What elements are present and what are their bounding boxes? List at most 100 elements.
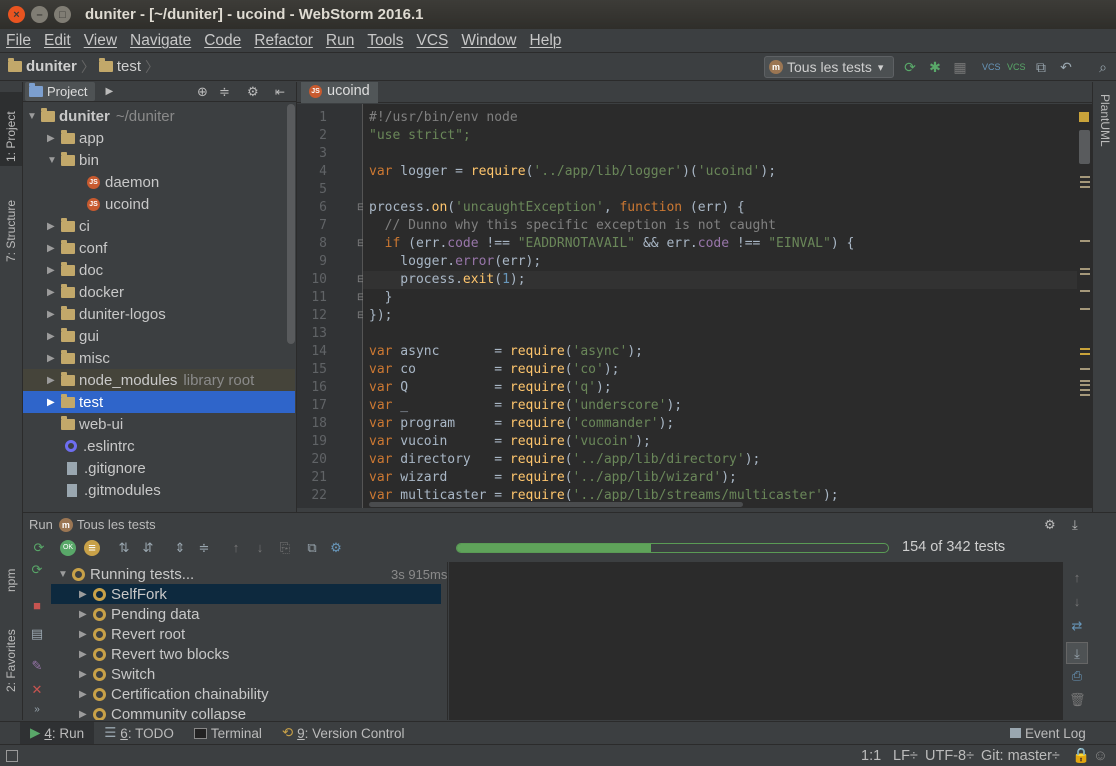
gear-icon[interactable]: ⚙	[247, 84, 259, 100]
warning-stripe-icon[interactable]	[1079, 112, 1089, 122]
error-stripe-mark[interactable]	[1080, 348, 1090, 350]
undo-icon[interactable]: ↶	[1057, 58, 1075, 76]
maximize-window-button[interactable]: □	[54, 6, 71, 23]
breadcrumb-test[interactable]: test	[98, 58, 141, 75]
git-branch[interactable]: Git: master÷	[981, 748, 1060, 764]
tab-run[interactable]: ▶ 4 : Run	[20, 721, 95, 745]
tree-item-gitignore[interactable]: .gitignore	[65, 457, 146, 479]
vcs-update-icon[interactable]: VCS	[982, 58, 1001, 76]
tab-version-control[interactable]: ⟲ 9 : Version Control	[272, 722, 415, 745]
show-passed-icon[interactable]: OK	[60, 540, 76, 556]
test-item[interactable]: ▶ Pending data	[51, 604, 447, 624]
history-icon[interactable]: ⧉	[304, 540, 320, 556]
search-icon[interactable]: ⌕	[1094, 58, 1112, 76]
file-encoding[interactable]: UTF-8÷	[925, 748, 974, 764]
tree-item-app[interactable]: ▶ app	[47, 127, 104, 149]
vcs-commit-icon[interactable]: VCS	[1007, 58, 1026, 76]
next-failed-icon[interactable]: ↓	[252, 540, 268, 556]
error-stripe-mark[interactable]	[1080, 308, 1090, 310]
previous-failed-icon[interactable]: ↑	[228, 540, 244, 556]
scroll-up-icon[interactable]: ↑	[1069, 570, 1085, 586]
test-item[interactable]: ▶ SelfFork	[51, 584, 447, 604]
menu-refactor[interactable]: Refactor	[254, 32, 313, 50]
cursor-position[interactable]: 1:1	[861, 748, 881, 764]
error-stripe-mark[interactable]	[1080, 181, 1090, 183]
layout-icon[interactable]: ▤	[29, 626, 45, 642]
scroll-to-end-icon[interactable]: ⤓	[1066, 642, 1088, 664]
error-stripe-mark[interactable]	[1080, 394, 1090, 396]
menu-help[interactable]: Help	[530, 32, 562, 50]
error-stripe-mark[interactable]	[1080, 268, 1090, 270]
error-stripe-mark[interactable]	[1080, 380, 1090, 382]
close-icon[interactable]: ✕	[29, 682, 45, 698]
tree-item-gui[interactable]: ▶ gui	[47, 325, 99, 347]
collapse-all-icon[interactable]: ≑	[219, 84, 230, 100]
inspector-icon[interactable]: ☺	[1093, 748, 1108, 764]
menu-view[interactable]: View	[84, 32, 117, 50]
test-item[interactable]: ▶ Revert two blocks	[51, 644, 447, 664]
error-stripe-mark[interactable]	[1080, 240, 1090, 242]
sort-by-duration-icon[interactable]: ⇵	[140, 540, 156, 556]
export-icon[interactable]: ⎘	[277, 540, 293, 556]
minimize-window-button[interactable]: –	[31, 6, 48, 23]
tree-item-daemon[interactable]: JS daemon	[87, 171, 159, 193]
npm-tool-label[interactable]: npm	[4, 569, 18, 592]
error-stripe-mark[interactable]	[1080, 273, 1090, 275]
locate-icon[interactable]: ⊕	[197, 84, 208, 100]
tree-item-eslintrc[interactable]: .eslintrc	[65, 435, 135, 457]
error-stripe-mark[interactable]	[1080, 368, 1090, 370]
tree-item-ucoind[interactable]: JS ucoind	[87, 193, 149, 215]
project-scrollbar[interactable]	[287, 104, 295, 344]
settings-icon[interactable]: ⚙	[328, 540, 344, 556]
breadcrumb-root[interactable]: duniter	[8, 58, 77, 75]
favorites-tool-label[interactable]: 2: Favorites	[4, 629, 18, 692]
test-item[interactable]: ▶ Revert root	[51, 624, 447, 644]
line-separator[interactable]: LF÷	[893, 748, 918, 764]
scroll-thumb[interactable]	[1079, 130, 1090, 164]
menu-edit[interactable]: Edit	[44, 32, 71, 50]
tab-event-log[interactable]: Event Log	[1000, 722, 1096, 745]
sort-alphabetically-icon[interactable]: ⇅	[116, 540, 132, 556]
error-stripe-mark[interactable]	[1080, 384, 1090, 386]
run-configuration-select[interactable]: m Tous les tests ▾	[764, 56, 894, 78]
project-tool-label[interactable]: 1: Project	[4, 111, 18, 162]
error-stripe-mark[interactable]	[1080, 389, 1090, 391]
run-icon[interactable]: ⟳	[901, 58, 919, 76]
pin-icon[interactable]: ✎	[29, 658, 45, 674]
error-stripe-mark[interactable]	[1080, 176, 1090, 178]
lock-icon[interactable]: 🔒	[1072, 747, 1090, 764]
tree-item-doc[interactable]: ▶ doc	[47, 259, 103, 281]
collapse-all-icon[interactable]: ≑	[196, 540, 212, 556]
vcs-compare-icon[interactable]: ⧉	[1032, 58, 1050, 76]
show-ignored-icon[interactable]: ≡	[84, 540, 100, 556]
tree-item-test[interactable]: ▶ test	[47, 391, 103, 413]
structure-tool-label[interactable]: 7: Structure	[4, 200, 18, 262]
tree-item-gitmodules[interactable]: .gitmodules	[65, 479, 161, 501]
test-item[interactable]: ▶ Certification chainability	[51, 684, 447, 704]
tree-item-bin[interactable]: ▼ bin	[47, 149, 99, 171]
expand-all-icon[interactable]: ⇕	[172, 540, 188, 556]
menu-code[interactable]: Code	[204, 32, 241, 50]
scroll-down-icon[interactable]: ↓	[1069, 594, 1085, 610]
tab-todo[interactable]: ☰ 6 : TODO	[94, 722, 184, 745]
menu-tools[interactable]: Tools	[367, 32, 403, 50]
tree-item-docker[interactable]: ▶ docker	[47, 281, 124, 303]
gear-icon[interactable]: ⚙	[1044, 517, 1056, 533]
editor-scrollbar[interactable]	[1077, 104, 1092, 508]
menu-run[interactable]: Run	[326, 32, 354, 50]
tree-item-ci[interactable]: ▶ ci	[47, 215, 90, 237]
rerun-icon[interactable]: ⟳	[31, 540, 47, 556]
error-stripe-mark[interactable]	[1080, 290, 1090, 292]
tree-item-duniter-logos[interactable]: ▶ duniter-logos	[47, 303, 166, 325]
stop-icon[interactable]: ■	[29, 598, 45, 614]
horizontal-scrollbar[interactable]	[363, 501, 1077, 508]
menu-navigate[interactable]: Navigate	[130, 32, 191, 50]
code-editor[interactable]: #!/usr/bin/env node "use strict"; var lo…	[363, 104, 1077, 508]
editor-tab-ucoind[interactable]: JS ucoind	[301, 82, 378, 103]
toggle-tool-windows-icon[interactable]	[6, 749, 18, 762]
tree-item-duniter[interactable]: ▼ duniter ~/duniter	[27, 105, 175, 127]
tree-item-conf[interactable]: ▶ conf	[47, 237, 107, 259]
menu-file[interactable]: File	[6, 32, 31, 50]
test-item[interactable]: ▶ Community collapse	[51, 704, 447, 720]
debug-icon[interactable]: ✱	[926, 58, 944, 76]
